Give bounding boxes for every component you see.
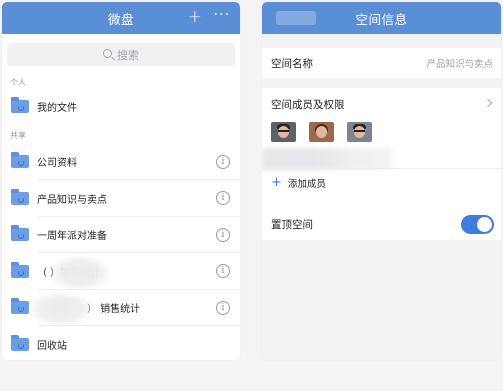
space-info-title: 空间信息: [355, 11, 408, 27]
space-name-row[interactable]: 空间名称 产品知识与卖点: [262, 48, 501, 78]
space-info-panel: 空间信息 空间名称 产品知识与卖点 空间成员及权限 + 添加成员 置顶空间: [262, 2, 501, 360]
redaction-blur: [28, 291, 94, 326]
member-avatars: [271, 122, 385, 142]
folder-label: 回收站: [37, 340, 67, 352]
list-item[interactable]: （ ）销售统计 i: [2, 253, 240, 291]
list-item[interactable]: 公司资料 i: [2, 143, 240, 180]
search-input[interactable]: 搜索: [7, 43, 235, 66]
drive-panel: 微盘 + ··· 搜索 个人 我的文件 共享 公司资料 i 产品知识与卖点 i …: [2, 2, 240, 360]
folder-icon: [11, 188, 29, 205]
folder-icon: [11, 334, 29, 351]
list-item-my-files[interactable]: 我的文件: [2, 88, 240, 125]
redaction-blur: [50, 255, 110, 291]
list-item[interactable]: 产品知识与卖点 i: [2, 180, 240, 217]
pin-space-toggle[interactable]: [461, 215, 494, 234]
list-item[interactable]: ） 销售统计 i: [2, 289, 240, 326]
folder-icon: [11, 298, 29, 315]
space-name-value: 产品知识与卖点: [426, 59, 493, 70]
info-icon[interactable]: i: [216, 154, 230, 169]
info-icon[interactable]: i: [216, 264, 230, 278]
divider: [262, 168, 501, 169]
list-item[interactable]: 一周年派对准备 i: [2, 216, 240, 253]
info-icon[interactable]: i: [216, 300, 230, 315]
list-item-recycle-bin[interactable]: 回收站: [2, 326, 240, 360]
toggle-knob: [477, 217, 492, 232]
space-info-header: 空间信息: [262, 2, 501, 34]
folder-icon: [11, 225, 29, 242]
more-icon[interactable]: ···: [214, 8, 230, 22]
section-personal: 个人: [10, 78, 26, 87]
avatar[interactable]: [347, 122, 372, 142]
info-icon[interactable]: i: [216, 191, 230, 205]
drive-header: 微盘 + ···: [2, 2, 240, 34]
folder-icon: [11, 96, 29, 113]
plus-icon: +: [271, 175, 282, 190]
section-shared: 共享: [10, 130, 26, 140]
folder-label: 我的文件: [37, 102, 77, 114]
avatar[interactable]: [309, 122, 334, 142]
members-section[interactable]: 空间成员及权限 + 添加成员: [262, 88, 501, 210]
folder-icon: [11, 152, 29, 169]
pin-space-row: 置顶空间: [262, 209, 501, 240]
space-name-label: 空间名称: [271, 57, 313, 70]
folder-label: 公司资料: [37, 158, 77, 170]
add-icon[interactable]: +: [188, 9, 202, 26]
search-placeholder: 搜索: [117, 48, 139, 62]
add-member-button[interactable]: + 添加成员: [271, 176, 326, 190]
chevron-right-icon: [483, 98, 493, 108]
folder-label: 一周年派对准备: [37, 231, 107, 243]
back-button[interactable]: [276, 11, 316, 25]
drive-title: 微盘: [107, 11, 134, 27]
pin-space-label: 置顶空间: [271, 219, 313, 231]
folder-icon: [11, 261, 29, 278]
folder-label: ） 销售统计: [87, 304, 141, 316]
members-label: 空间成员及权限: [271, 99, 345, 111]
info-icon[interactable]: i: [216, 227, 230, 242]
add-member-label: 添加成员: [287, 179, 326, 190]
search-bar-container: 搜索: [2, 34, 240, 70]
redaction-blur: [262, 148, 392, 170]
search-icon: [103, 49, 112, 58]
folder-label: 产品知识与卖点: [37, 194, 107, 206]
avatar[interactable]: [271, 122, 296, 142]
